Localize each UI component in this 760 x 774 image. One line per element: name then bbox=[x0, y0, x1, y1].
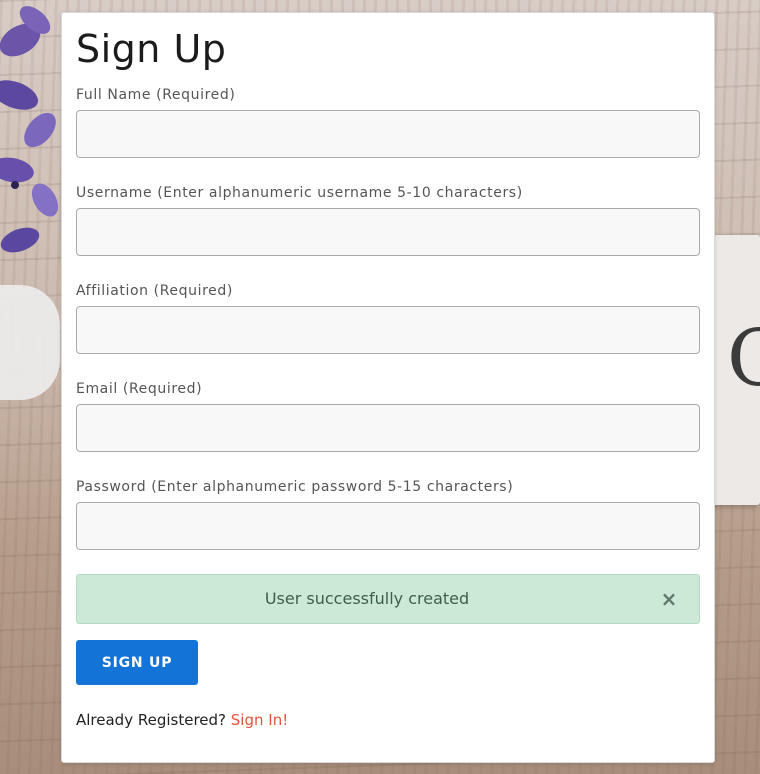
password-input[interactable] bbox=[76, 502, 700, 550]
background-card-letter: C bbox=[727, 314, 760, 404]
success-alert: User successfully created × bbox=[76, 574, 700, 624]
sign-up-button[interactable]: SIGN UP bbox=[76, 640, 198, 685]
password-label: Password (Enter alphanumeric password 5-… bbox=[76, 479, 514, 495]
sign-in-link[interactable]: Sign In! bbox=[231, 711, 288, 729]
background-plate bbox=[0, 285, 60, 400]
email-input[interactable] bbox=[76, 404, 700, 452]
page-title: Sign Up bbox=[76, 27, 227, 71]
full-name-label: Full Name (Required) bbox=[76, 87, 236, 103]
success-alert-message: User successfully created bbox=[264, 589, 470, 608]
sign-in-prompt-text: Already Registered? bbox=[76, 711, 226, 729]
email-label: Email (Required) bbox=[76, 381, 203, 397]
username-input[interactable] bbox=[76, 208, 700, 256]
sign-in-prompt: Already Registered? Sign In! bbox=[76, 711, 288, 729]
username-label: Username (Enter alphanumeric username 5-… bbox=[76, 185, 523, 201]
affiliation-input[interactable] bbox=[76, 306, 700, 354]
affiliation-label: Affiliation (Required) bbox=[76, 283, 233, 299]
full-name-input[interactable] bbox=[76, 110, 700, 158]
background-flowers bbox=[0, 6, 59, 253]
signup-panel: Sign Up Full Name (Required) Username (E… bbox=[61, 12, 715, 763]
close-icon[interactable]: × bbox=[657, 587, 681, 611]
